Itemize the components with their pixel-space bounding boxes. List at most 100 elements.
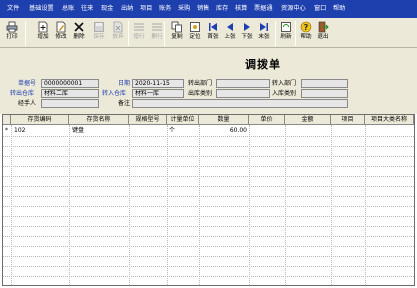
in-type-label: 入库类别 [272, 90, 297, 97]
out-type-field[interactable] [216, 89, 270, 98]
grid-hline [3, 206, 414, 207]
grid-vline [199, 125, 200, 285]
grid-vline [69, 125, 70, 285]
toolbar-separator [25, 21, 26, 46]
menu-bills[interactable]: 票据通 [254, 4, 273, 14]
last-icon [258, 21, 270, 33]
exit-button[interactable]: 退出 [313, 20, 333, 47]
col-category[interactable]: 项目大类名称 [365, 115, 414, 125]
row-marker: * [5, 127, 8, 134]
handler-label: 经手人 [18, 100, 37, 107]
grid-vline [285, 125, 286, 285]
menu-inventory[interactable]: 库存 [216, 4, 228, 14]
grid-hline [3, 236, 414, 237]
in-type-field[interactable] [301, 89, 348, 98]
remark-field[interactable] [132, 99, 348, 108]
locate-icon [189, 21, 201, 33]
menu-receivables[interactable]: 往来 [81, 4, 93, 14]
grid-hline [3, 256, 414, 257]
menu-bar: 文件 基础设置 总账 往来 现金 出纳 项目 账务 采购 销售 库存 核算 票据… [0, 0, 417, 18]
out-dept-field[interactable] [216, 79, 270, 88]
grid-vline [249, 125, 250, 285]
grid-vline [365, 125, 366, 285]
grid-hline [3, 226, 414, 227]
next-icon [241, 21, 253, 33]
print-label: 打印 [6, 34, 18, 40]
col-spec[interactable]: 规格型号 [129, 115, 167, 125]
grid-vline [11, 125, 12, 285]
remark-label: 备注 [118, 100, 131, 107]
menu-help[interactable]: 帮助 [333, 4, 345, 14]
exit-label: 退出 [317, 34, 329, 40]
menu-cash[interactable]: 现金 [101, 4, 113, 14]
col-name[interactable]: 存货名称 [69, 115, 129, 125]
in-wh-field[interactable]: 材料一库 [132, 89, 184, 98]
menu-file[interactable]: 文件 [7, 4, 19, 14]
help-icon: ? [300, 21, 312, 33]
cell-unit[interactable]: 个 [169, 127, 175, 135]
in-dept-field[interactable] [301, 79, 348, 88]
col-project[interactable]: 项目 [331, 115, 365, 125]
grid-hline [3, 156, 414, 157]
col-amount[interactable]: 金额 [285, 115, 331, 125]
col-qty[interactable]: 数量 [199, 115, 249, 125]
grid-vline [331, 125, 332, 285]
printer-icon [6, 21, 18, 33]
edit-icon [55, 21, 67, 33]
page-title: 调拨单 [245, 58, 281, 71]
document-header: 调拨单 单据号 0000000001 日期 2020-11-15 转出部门 转入… [0, 48, 417, 114]
grid-vline [129, 125, 130, 285]
menu-project[interactable]: 项目 [140, 4, 152, 14]
grid-hline [3, 166, 414, 167]
grid-hline [3, 186, 414, 187]
date-field[interactable]: 2020-11-15 [132, 79, 184, 88]
menu-cashier[interactable]: 出纳 [121, 4, 133, 14]
toolbar: 打印 增加 修改 删除 保存 放弃 增行 删行 复制 定位 首张 上张 下张 末… [0, 18, 417, 48]
menu-basic-settings[interactable]: 基础设置 [29, 4, 54, 14]
date-label: 日期 [118, 80, 131, 87]
cell-qty[interactable]: 60.00 [199, 127, 247, 135]
print-button[interactable]: 打印 [2, 20, 22, 47]
first-icon [207, 21, 219, 33]
grid-header: 存货编码 存货名称 规格型号 计量单位 数量 单价 金额 项目 项目大类名称 [3, 115, 414, 125]
doc-no-label: 单据号 [18, 80, 37, 87]
in-dept-label: 转入部门 [272, 80, 297, 87]
add-row-icon [133, 21, 145, 33]
save-icon [93, 21, 105, 33]
grid-hline [3, 146, 414, 147]
refresh-icon [280, 21, 292, 33]
doc-no-field[interactable]: 0000000001 [41, 79, 99, 88]
delete-row-icon [151, 21, 163, 33]
handler-field[interactable] [41, 99, 99, 108]
menu-sales[interactable]: 销售 [197, 4, 209, 14]
grid-hline [3, 246, 414, 247]
cell-name[interactable]: 键盘 [72, 127, 84, 135]
grid-vline [167, 125, 168, 285]
col-unit[interactable]: 计量单位 [167, 115, 199, 125]
add-icon [37, 21, 49, 33]
col-price[interactable]: 单价 [249, 115, 285, 125]
detail-grid[interactable]: 存货编码 存货名称 规格型号 计量单位 数量 单价 金额 项目 项目大类名称 *… [2, 114, 415, 286]
out-dept-label: 转出部门 [188, 80, 213, 87]
svg-text:?: ? [304, 23, 309, 32]
delete-icon [73, 21, 85, 33]
out-wh-field[interactable]: 材料二库 [41, 89, 99, 98]
cell-code[interactable]: 102 [14, 127, 25, 135]
copy-icon [171, 21, 183, 33]
menu-ledger[interactable]: 总账 [62, 4, 74, 14]
menu-accounts[interactable]: 账务 [159, 4, 171, 14]
menu-resource-center[interactable]: 资源中心 [281, 4, 306, 14]
prev-icon [224, 21, 236, 33]
discard-icon [112, 21, 124, 33]
grid-corner [3, 115, 11, 125]
out-wh-label: 转出仓库 [10, 90, 35, 97]
menu-window[interactable]: 窗口 [314, 4, 326, 14]
grid-hline [3, 196, 414, 197]
grid-hline [3, 276, 414, 277]
menu-purchase[interactable]: 采购 [178, 4, 190, 14]
grid-hline [3, 176, 414, 177]
last-button[interactable]: 末张 [254, 20, 274, 47]
col-code[interactable]: 存货编码 [11, 115, 69, 125]
in-wh-label: 转入仓库 [102, 90, 127, 97]
menu-costing[interactable]: 核算 [235, 4, 247, 14]
